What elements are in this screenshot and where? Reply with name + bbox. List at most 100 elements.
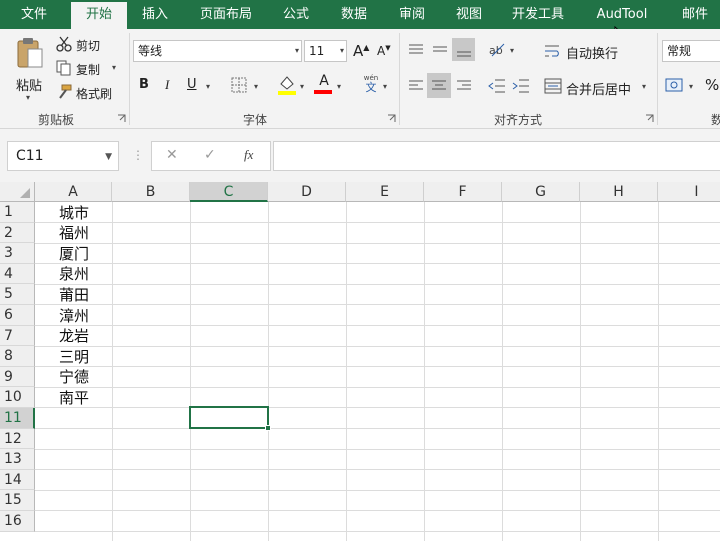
row-header-7[interactable]: 7 bbox=[0, 325, 35, 347]
paste-dropdown-icon[interactable]: ▾ bbox=[26, 93, 30, 102]
cell-a9[interactable]: 宁德 bbox=[36, 367, 112, 387]
align-center-button[interactable] bbox=[427, 73, 451, 98]
row-header-1[interactable]: 1 bbox=[0, 202, 35, 223]
alignment-launcher-icon[interactable] bbox=[645, 114, 654, 123]
column-header-a[interactable]: A bbox=[35, 182, 112, 202]
copy-dropdown-icon[interactable]: ▾ bbox=[112, 63, 116, 72]
row-header-2[interactable]: 2 bbox=[0, 222, 35, 244]
tab-formulas[interactable]: 公式 bbox=[274, 0, 318, 29]
bold-button[interactable]: B bbox=[139, 77, 149, 92]
cell-a10[interactable]: 南平 bbox=[36, 388, 112, 408]
cell-a2[interactable]: 福州 bbox=[36, 223, 112, 243]
italic-button[interactable]: I bbox=[165, 77, 169, 93]
name-box[interactable]: C11 ▼ bbox=[7, 141, 119, 171]
gridline bbox=[35, 428, 720, 429]
paste-button[interactable]: 粘贴 ▾ bbox=[8, 35, 48, 103]
font-size-combo[interactable]: 11 ▾ bbox=[304, 40, 347, 62]
row-header-16[interactable]: 16 bbox=[0, 511, 35, 532]
decrease-font-size-button[interactable]: A▼ bbox=[377, 44, 391, 58]
column-header-g[interactable]: G bbox=[502, 182, 580, 202]
clipboard-launcher-icon[interactable] bbox=[117, 114, 126, 123]
align-middle-icon[interactable] bbox=[432, 43, 448, 57]
insert-function-icon[interactable]: fx bbox=[244, 147, 253, 163]
font-color-button[interactable]: A bbox=[314, 73, 334, 95]
increase-font-size-button[interactable]: A▲ bbox=[353, 42, 369, 60]
tab-file[interactable]: 文件 bbox=[8, 0, 60, 29]
tab-data[interactable]: 数据 bbox=[332, 0, 376, 29]
cut-button[interactable]: 剪切 bbox=[56, 35, 116, 55]
align-left-icon[interactable] bbox=[408, 79, 424, 93]
font-launcher-icon[interactable] bbox=[387, 114, 396, 123]
cell-a3[interactable]: 厦门 bbox=[36, 244, 112, 264]
column-header-c[interactable]: C bbox=[190, 182, 268, 202]
row-header-4[interactable]: 4 bbox=[0, 263, 35, 285]
tab-review[interactable]: 审阅 bbox=[390, 0, 434, 29]
cell-a8[interactable]: 三明 bbox=[36, 347, 112, 367]
active-cell-c11[interactable] bbox=[189, 406, 269, 429]
accounting-format-icon[interactable] bbox=[665, 76, 685, 94]
tab-page-layout[interactable]: 页面布局 bbox=[193, 0, 259, 29]
tab-view[interactable]: 视图 bbox=[447, 0, 491, 29]
column-header-h[interactable]: H bbox=[580, 182, 658, 202]
merge-center-button[interactable]: 合并后居中 ▾ bbox=[544, 76, 650, 98]
column-header-f[interactable]: F bbox=[424, 182, 502, 202]
column-header-d[interactable]: D bbox=[268, 182, 346, 202]
formula-bar-grip-icon[interactable]: ⋮ bbox=[132, 148, 144, 162]
row-header-9[interactable]: 9 bbox=[0, 366, 35, 388]
tab-audtool[interactable]: AudTool bbox=[588, 0, 656, 29]
enter-icon[interactable]: ✓ bbox=[204, 147, 216, 163]
cell-a4[interactable]: 泉州 bbox=[36, 264, 112, 284]
row-header-6[interactable]: 6 bbox=[0, 305, 35, 326]
formula-input[interactable] bbox=[273, 141, 720, 171]
column-header-e[interactable]: E bbox=[346, 182, 424, 202]
orientation-dropdown-icon[interactable]: ▾ bbox=[510, 46, 514, 55]
orientation-icon[interactable]: ab bbox=[488, 41, 506, 57]
font-name-combo[interactable]: 等线 ▾ bbox=[133, 40, 302, 62]
column-header-i[interactable]: I bbox=[658, 182, 720, 202]
row-header-14[interactable]: 14 bbox=[0, 469, 35, 491]
align-right-icon[interactable] bbox=[456, 79, 472, 93]
row-header-5[interactable]: 5 bbox=[0, 284, 35, 305]
wrap-text-button[interactable]: 自动换行 bbox=[544, 40, 624, 62]
align-bottom-button[interactable] bbox=[452, 38, 475, 61]
borders-icon[interactable] bbox=[231, 77, 247, 93]
cell-a1[interactable]: 城市 bbox=[36, 203, 112, 223]
accounting-dropdown-icon[interactable]: ▾ bbox=[689, 82, 693, 91]
number-format-combo[interactable]: 常规 bbox=[662, 40, 720, 62]
format-painter-label: 格式刷 bbox=[76, 87, 113, 101]
decrease-indent-icon[interactable] bbox=[488, 78, 506, 94]
font-color-dropdown-icon[interactable]: ▾ bbox=[337, 82, 341, 91]
row-header-12[interactable]: 12 bbox=[0, 428, 35, 450]
increase-indent-icon[interactable] bbox=[512, 78, 530, 94]
tab-home[interactable]: 开始 bbox=[71, 2, 127, 29]
tab-developer[interactable]: 开发工具 bbox=[505, 0, 571, 29]
tab-insert[interactable]: 插入 bbox=[133, 0, 177, 29]
format-painter-button[interactable]: 格式刷 bbox=[56, 83, 120, 103]
fill-color-dropdown-icon[interactable]: ▾ bbox=[300, 82, 304, 91]
tab-mailings[interactable]: 邮件 bbox=[673, 0, 717, 29]
cell-a5[interactable]: 莆田 bbox=[36, 285, 112, 305]
borders-dropdown-icon[interactable]: ▾ bbox=[254, 82, 258, 91]
row-header-10[interactable]: 10 bbox=[0, 387, 35, 408]
align-top-icon[interactable] bbox=[408, 43, 424, 57]
cell-a6[interactable]: 漳州 bbox=[36, 306, 112, 326]
phonetic-guide-button[interactable]: wén 文 bbox=[361, 74, 381, 96]
merge-center-dropdown-icon[interactable]: ▾ bbox=[642, 82, 646, 91]
cell-a7[interactable]: 龙岩 bbox=[36, 326, 112, 346]
row-header-15[interactable]: 15 bbox=[0, 490, 35, 511]
underline-dropdown-icon[interactable]: ▾ bbox=[206, 82, 210, 91]
fill-color-icon[interactable] bbox=[277, 74, 297, 96]
fill-handle[interactable] bbox=[265, 425, 271, 431]
row-header-8[interactable]: 8 bbox=[0, 346, 35, 367]
percent-button[interactable]: % bbox=[705, 76, 719, 94]
column-header-b[interactable]: B bbox=[112, 182, 190, 202]
select-all-corner[interactable] bbox=[0, 182, 35, 202]
row-header-3[interactable]: 3 bbox=[0, 243, 35, 264]
underline-button[interactable]: U bbox=[187, 77, 197, 92]
cancel-icon[interactable]: ✕ bbox=[166, 147, 178, 163]
row-header-13[interactable]: 13 bbox=[0, 449, 35, 470]
phonetic-dropdown-icon[interactable]: ▾ bbox=[383, 82, 387, 91]
copy-button[interactable]: 复制 ▾ bbox=[56, 59, 122, 79]
row-header-11[interactable]: 11 bbox=[0, 408, 35, 429]
worksheet-grid[interactable]: A B C D E F G H I 1 2 3 4 5 6 7 8 9 10 1… bbox=[0, 182, 720, 541]
